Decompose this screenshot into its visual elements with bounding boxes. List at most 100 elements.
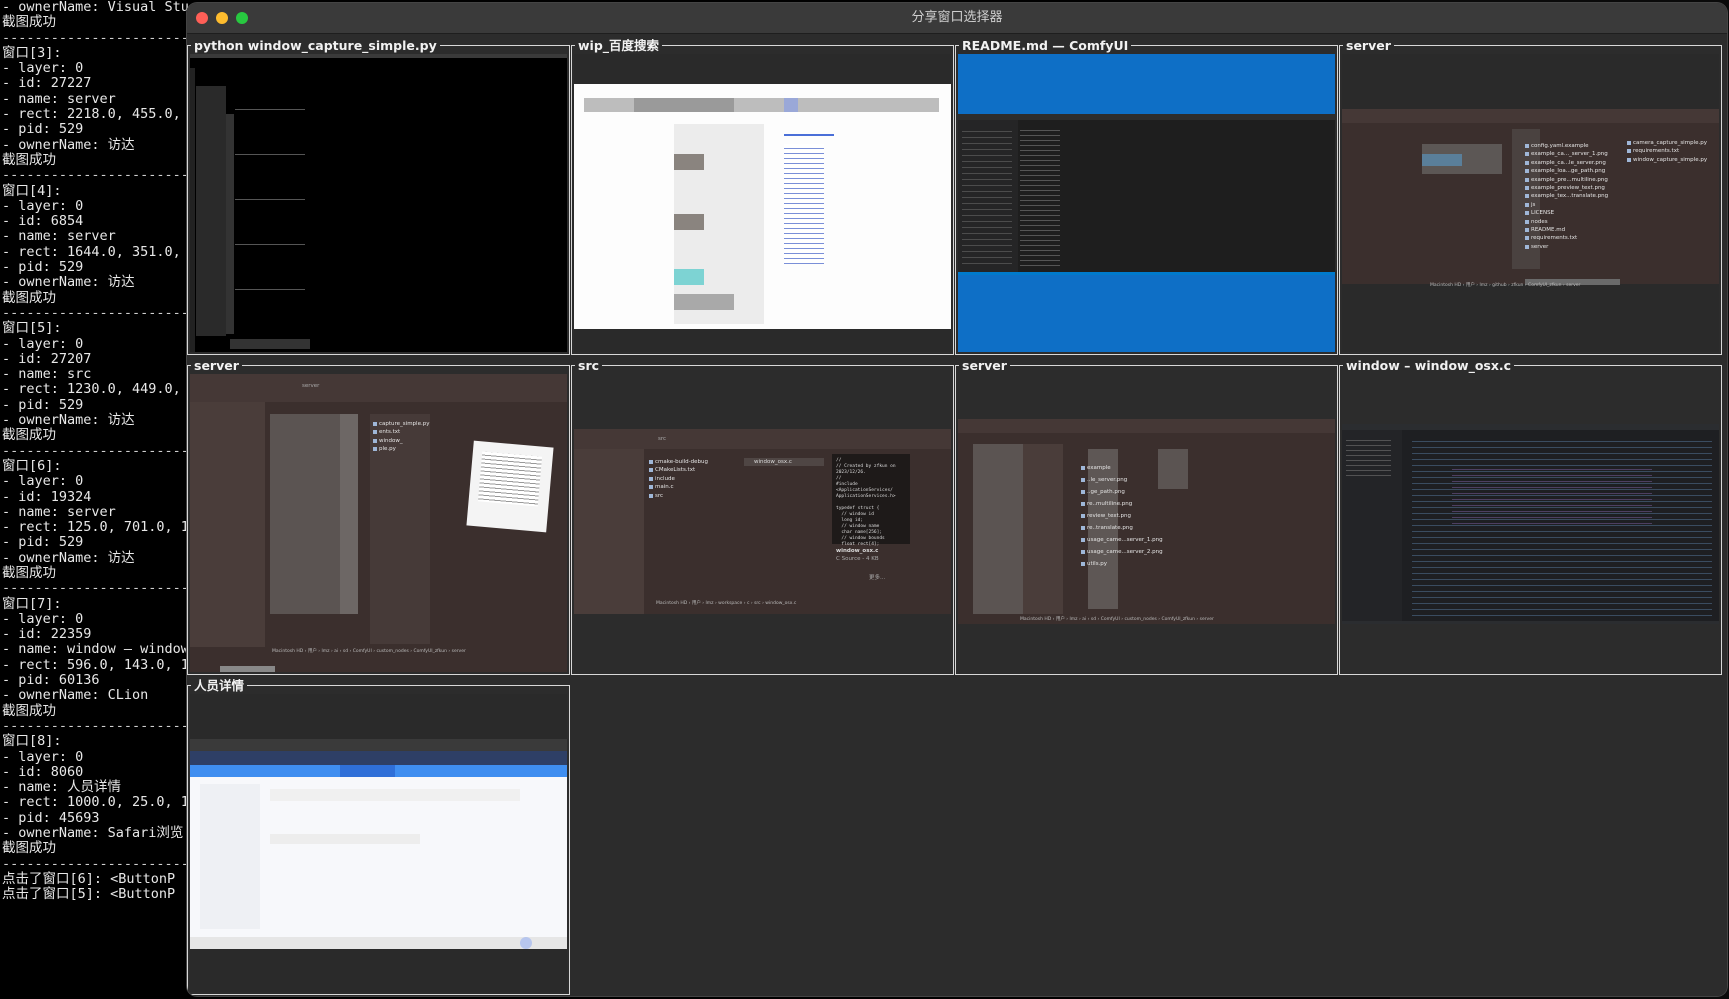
window-title: 分享窗口选择器	[911, 10, 1003, 25]
title-bar[interactable]: 分享窗口选择器	[187, 3, 1727, 34]
terminal-line: - ownerName: CLion	[2, 687, 149, 704]
window-tile-finder-server-2[interactable]: server server capture_simple.py ents.txt w…	[187, 359, 570, 675]
file-item: ..le_server.png	[1081, 476, 1127, 484]
tile-title: window – window_osx.c	[1343, 359, 1515, 373]
terminal-line: - id: 6854	[2, 213, 84, 230]
terminal-line: - ownerName: 访达	[2, 549, 135, 566]
window-thumbnail	[1342, 374, 1719, 672]
window-tile-finder-server[interactable]: server config.yaml.example example_ca..._…	[1339, 39, 1722, 355]
file-item: example	[1081, 464, 1111, 472]
file-item: js	[1525, 201, 1535, 209]
terminal-line: - rect: 125.0, 701.0, 1	[2, 519, 189, 536]
file-item: README.md	[1525, 226, 1565, 234]
window-thumbnail: server capture_simple.py ents.txt window_ p…	[190, 374, 567, 672]
terminal-line: 窗口[4]:	[2, 182, 62, 199]
terminal-line: - pid: 529	[2, 396, 84, 413]
terminal-line: 窗口[5]:	[2, 320, 62, 337]
terminal-line: - pid: 529	[2, 121, 84, 138]
window-tile-vscode[interactable]: README.md — ComfyUI	[955, 39, 1338, 355]
terminal-line: 截图成功	[2, 427, 56, 444]
terminal-line: - ownerName: 访达	[2, 136, 135, 153]
terminal-line: - ownerName: 访达	[2, 412, 135, 429]
terminal-line: - pid: 60136	[2, 672, 100, 689]
terminal-line: - layer: 0	[2, 60, 84, 77]
terminal-line: 点击了窗口[5]: <ButtonP	[2, 886, 176, 903]
finder-path-bar: Macintosh HD › 用户 › lmz › github › zfkun…	[1430, 283, 1581, 288]
tile-title: README.md — ComfyUI	[959, 39, 1132, 53]
tile-title: 人员详情	[191, 679, 248, 693]
file-item: example_loa...ge_path.png	[1525, 167, 1605, 175]
window-grid: python window_capture_simple.py wip_百度搜索	[187, 34, 1727, 996]
file-item: example_ca...le_server.png	[1525, 159, 1606, 167]
terminal-line: - layer: 0	[2, 748, 84, 765]
terminal-line: 截图成功	[2, 289, 56, 306]
file-item: cmake-build-debug	[649, 458, 708, 466]
window-thumbnail: example ..le_server.png ..ge_path.png re..m…	[958, 374, 1335, 672]
terminal-line: - ownerName: 访达	[2, 274, 135, 291]
file-item: usage_came...server_1.png	[1081, 536, 1163, 544]
terminal-line: - layer: 0	[2, 335, 84, 352]
tile-title: python window_capture_simple.py	[191, 39, 440, 53]
terminal-line: 窗口[7]:	[2, 595, 62, 612]
terminal-line: 截图成功	[2, 564, 56, 581]
code-preview: // // Created by zfkun on 2023/12/26. //…	[836, 458, 896, 547]
file-item: ..ge_path.png	[1081, 488, 1125, 496]
terminal-line: - rect: 596.0, 143.0, 1	[2, 656, 189, 673]
tile-title: server	[191, 359, 242, 373]
window-thumbnail	[574, 54, 951, 352]
window-thumbnail: src cmake-build-debug CMakeLists.txt inclu…	[574, 374, 951, 672]
file-item: include	[649, 475, 675, 483]
file-item: review_text.png	[1081, 512, 1131, 520]
terminal-line: - pid: 529	[2, 259, 84, 276]
terminal-line: 点击了窗口[6]: <ButtonP	[2, 870, 176, 887]
window-picker: 分享窗口选择器 python window_capture_simple.py …	[187, 3, 1727, 996]
terminal-line: - id: 27207	[2, 350, 92, 367]
tile-title: wip_百度搜索	[575, 39, 663, 53]
terminal-line: - name: src	[2, 366, 92, 383]
terminal-line: -------------------------	[2, 580, 190, 597]
file-item: nodes	[1525, 218, 1548, 226]
tile-title: server	[959, 359, 1010, 373]
window-thumbnail	[190, 54, 567, 352]
file-item: ents.txt	[373, 428, 400, 436]
file-item: CMakeLists.txt	[649, 466, 695, 474]
terminal-line: -------------------------	[2, 855, 190, 872]
window-tile-browser[interactable]: wip_百度搜索	[571, 39, 954, 355]
terminal-line: - layer: 0	[2, 197, 84, 214]
terminal-line: - name: server	[2, 228, 116, 245]
terminal-line: 截图成功	[2, 840, 56, 857]
file-item: src	[649, 492, 663, 500]
terminal-line: - layer: 0	[2, 473, 84, 490]
window-tile-clion[interactable]: window – window_osx.c	[1339, 359, 1722, 675]
terminal-line: - pid: 45693	[2, 809, 100, 826]
terminal-line: 窗口[6]:	[2, 457, 62, 474]
window-tile-finder-src[interactable]: src src cmake-build-debug CMakeLists.txt i…	[571, 359, 954, 675]
terminal-line: - ownerName: Safari浏览	[2, 825, 184, 842]
window-tile-terminal[interactable]: python window_capture_simple.py	[187, 39, 570, 355]
terminal-line: - rect: 2218.0, 455.0,	[2, 106, 181, 123]
terminal-line: - pid: 529	[2, 534, 84, 551]
terminal-line: -------------------------	[2, 442, 190, 459]
file-item: config.yaml.example	[1525, 142, 1589, 150]
terminal-line: - id: 19324	[2, 488, 92, 505]
terminal-line: - rect: 1000.0, 25.0, 1	[2, 794, 189, 811]
terminal-line: - id: 22359	[2, 626, 92, 643]
file-item: re..multiline.png	[1081, 500, 1132, 508]
terminal-line: - rect: 1230.0, 449.0,	[2, 381, 181, 398]
file-item: example_pre...multiline.png	[1525, 176, 1608, 184]
tile-title: src	[575, 359, 603, 373]
finder-path-bar: Macintosh HD › 用户 › lmz › ai › sd › Comf…	[272, 649, 466, 654]
background-terminal: - ownerName: Visual Studio Code截图成功-----…	[0, 0, 190, 999]
terminal-line: - ownerName: Visual Studio Code	[2, 0, 190, 15]
terminal-line: 窗口[8]:	[2, 733, 62, 750]
file-item: example_tex...translate.png	[1525, 192, 1608, 200]
terminal-line: -------------------------	[2, 304, 190, 321]
window-tile-finder-server-3[interactable]: server example ..le_server.png ..ge_path.p…	[955, 359, 1338, 675]
window-tile-safari[interactable]: 人员详情	[187, 679, 570, 995]
file-item: example_preview_text.png	[1525, 184, 1605, 192]
file-item: example_ca..._server_1.png	[1525, 150, 1608, 158]
terminal-line: - id: 27227	[2, 75, 92, 92]
finder-path-bar: Macintosh HD › 用户 › lmz › workspace › c …	[656, 601, 797, 606]
file-item: usage_came...server_2.png	[1081, 548, 1163, 556]
terminal-line: - name: server	[2, 90, 116, 107]
